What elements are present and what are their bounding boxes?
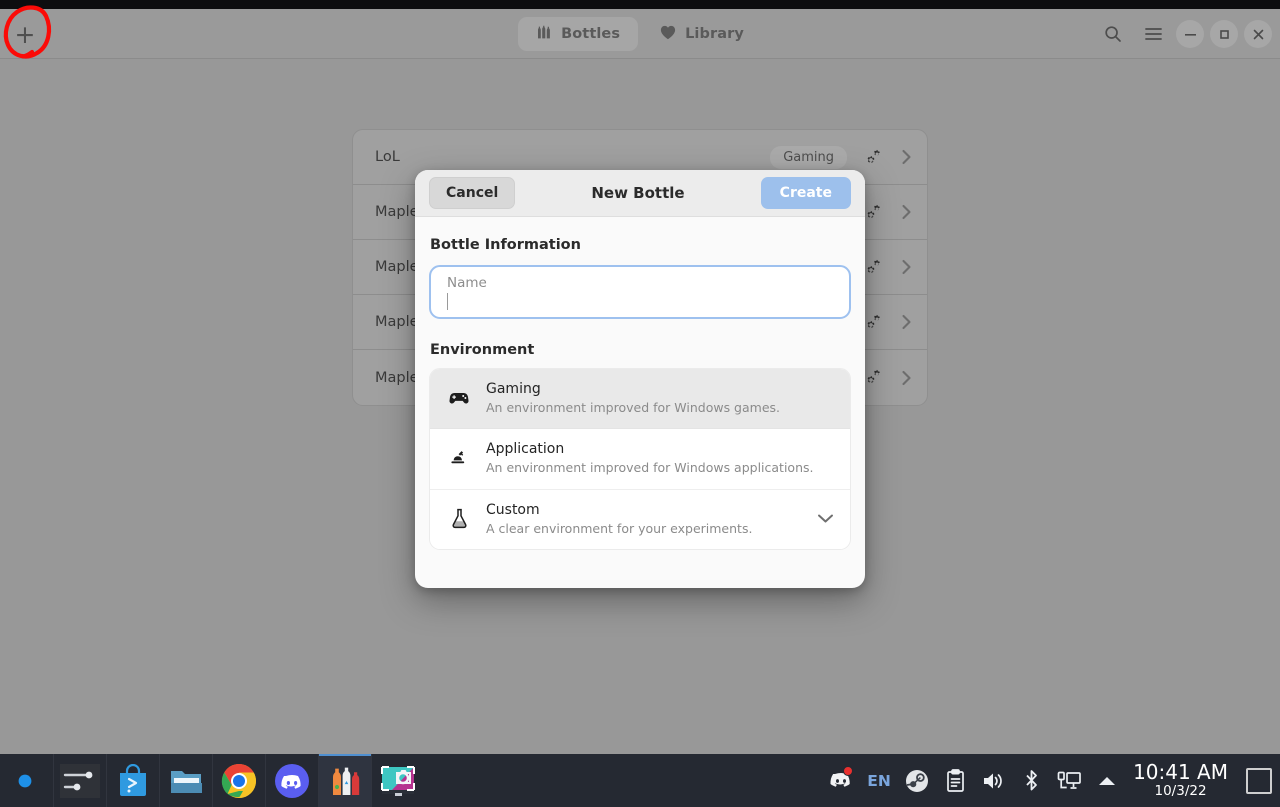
screenshot-app[interactable] (371, 754, 424, 807)
close-button[interactable] (1244, 20, 1272, 48)
dialog-header: Cancel New Bottle Create (415, 170, 865, 217)
taskbar: EN 10:41 AM 10/3/22 (0, 754, 1280, 807)
search-icon[interactable] (1096, 17, 1130, 51)
tab-bottles[interactable]: Bottles (518, 17, 639, 51)
chevron-right-icon[interactable] (900, 148, 913, 166)
desk-lamp-icon (448, 449, 470, 469)
gamepad-icon (448, 391, 470, 405)
gears-icon[interactable] (865, 203, 884, 222)
bluetooth-tray-icon[interactable] (1013, 754, 1049, 807)
cancel-button[interactable]: Cancel (429, 177, 516, 209)
gears-icon[interactable] (865, 368, 884, 387)
language-indicator[interactable]: EN (861, 754, 897, 807)
clock-date: 10/3/22 (1154, 783, 1207, 799)
status-badge: Gaming (770, 145, 847, 169)
header-tabs: Bottles Library (0, 9, 1280, 59)
environment-name: Application (486, 441, 565, 458)
show-desktop-button[interactable] (1246, 767, 1272, 794)
name-input-placeholder: Name (447, 275, 487, 291)
bottles-icon (536, 24, 552, 44)
maximize-button[interactable] (1210, 20, 1238, 48)
environment-text: Custom A clear environment for your expe… (486, 501, 801, 537)
text-caret (447, 293, 448, 310)
steam-tray-icon[interactable] (899, 754, 935, 807)
settings-app[interactable] (53, 754, 106, 807)
menu-icon[interactable] (1136, 17, 1170, 51)
name-input[interactable]: Name (429, 265, 851, 319)
tab-bottles-label: Bottles (561, 26, 621, 42)
environment-text: Application An environment improved for … (486, 440, 834, 476)
chrome-app[interactable] (212, 754, 265, 807)
chevron-right-icon[interactable] (900, 203, 913, 221)
discord-app[interactable] (265, 754, 318, 807)
show-hidden-icons[interactable] (1089, 754, 1125, 807)
header-right-group (1096, 9, 1272, 59)
chevron-right-icon[interactable] (900, 258, 913, 276)
system-tray: EN 10:41 AM 10/3/22 (823, 754, 1280, 807)
environment-option-gaming[interactable]: Gaming An environment improved for Windo… (430, 369, 850, 430)
clock-time: 10:41 AM (1133, 760, 1228, 785)
minimize-button[interactable] (1176, 20, 1204, 48)
bottle-name: LoL (375, 149, 400, 165)
dialog-body: Bottle Information Name Environment Gami… (415, 217, 865, 551)
desktop-top-strip (0, 0, 1280, 9)
environment-name: Gaming (486, 381, 541, 397)
flask-icon (448, 508, 470, 529)
file-manager-app[interactable] (159, 754, 212, 807)
bottles-app[interactable] (318, 754, 371, 807)
volume-tray-icon[interactable] (975, 754, 1011, 807)
heart-icon (660, 25, 676, 44)
screen: + Bottles Library LoL Gaming Maple4 Mapl… (0, 0, 1280, 807)
environment-description: An environment improved for Windows game… (486, 399, 781, 415)
tab-library-label: Library (685, 26, 744, 42)
app-launcher[interactable] (0, 754, 53, 807)
chevron-down-icon[interactable] (817, 513, 834, 524)
environment-option-custom[interactable]: Custom A clear environment for your expe… (430, 489, 850, 550)
network-tray-icon[interactable] (1051, 754, 1087, 807)
gears-icon[interactable] (865, 148, 884, 167)
chevron-right-icon[interactable] (900, 369, 913, 387)
environment-description: A clear environment for your experiments… (486, 520, 753, 536)
header-bar: + Bottles Library (0, 9, 1280, 59)
chevron-right-icon[interactable] (900, 313, 913, 331)
discord-tray-icon[interactable] (823, 754, 859, 807)
software-store-app[interactable] (106, 754, 159, 807)
gears-icon[interactable] (865, 313, 884, 332)
environment-text: Gaming An environment improved for Windo… (486, 380, 834, 416)
gears-icon[interactable] (865, 258, 884, 277)
notification-badge (843, 766, 854, 776)
clock[interactable]: 10:41 AM 10/3/22 (1127, 762, 1238, 798)
environment-heading: Environment (430, 342, 535, 358)
clipboard-tray-icon[interactable] (937, 754, 973, 807)
environment-list: Gaming An environment improved for Windo… (429, 368, 851, 551)
environment-name: Custom (486, 501, 540, 518)
create-button[interactable]: Create (760, 177, 851, 209)
tab-library[interactable]: Library (642, 18, 762, 51)
bottle-information-heading: Bottle Information (430, 237, 581, 253)
taskbar-app-group (0, 754, 424, 807)
environment-option-application[interactable]: Application An environment improved for … (430, 429, 850, 490)
new-bottle-dialog: Cancel New Bottle Create Bottle Informat… (415, 170, 865, 588)
dialog-title: New Bottle (591, 184, 685, 202)
environment-description: An environment improved for Windows appl… (486, 460, 814, 476)
